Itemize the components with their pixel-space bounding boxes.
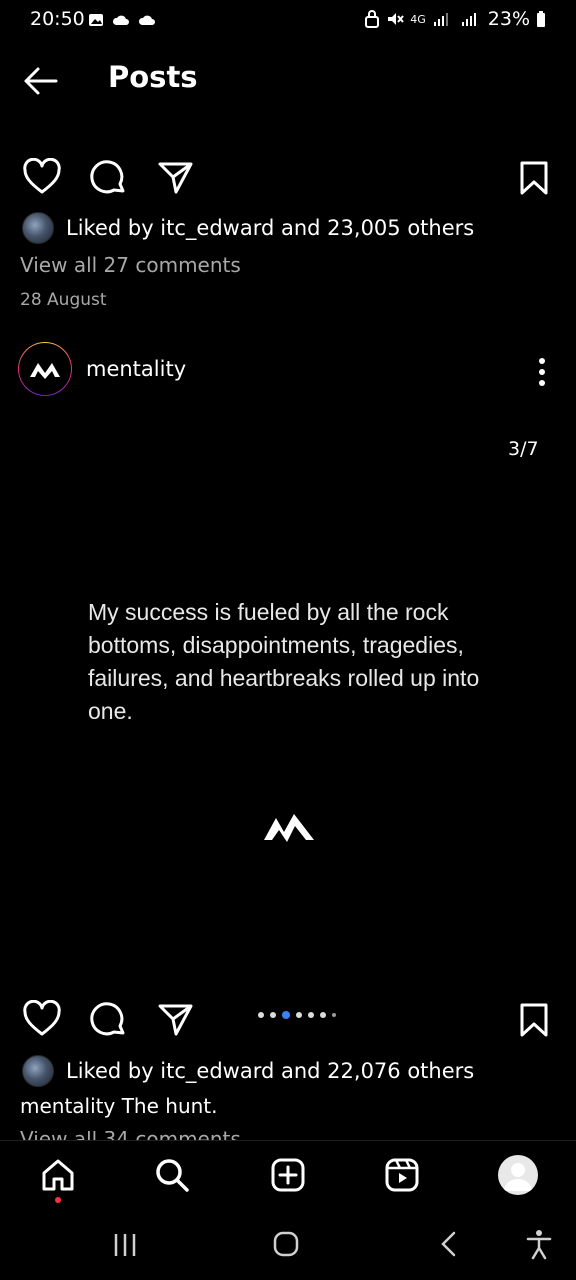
battery-icon — [537, 11, 545, 27]
nav-create[interactable] — [268, 1155, 308, 1195]
mentality-logo-icon — [30, 363, 60, 379]
carousel-indicator — [258, 1011, 336, 1019]
likes-summary[interactable]: Liked by itc_edward and 22,076 others — [22, 1055, 474, 1087]
carousel-dot — [332, 1013, 336, 1017]
comment-icon — [90, 1002, 125, 1036]
create-icon — [271, 1158, 305, 1192]
heart-icon — [23, 999, 61, 1036]
mentality-logo-icon — [264, 814, 314, 842]
more-icon — [539, 358, 545, 386]
carousel-dot — [258, 1012, 264, 1018]
share-button[interactable] — [156, 158, 196, 202]
home-system-icon — [273, 1231, 299, 1257]
comment-button[interactable] — [88, 1000, 128, 1044]
caption-username[interactable]: mentality — [20, 1094, 115, 1118]
comment-icon — [90, 160, 125, 194]
mute-icon — [388, 13, 405, 25]
carousel-dot-active — [282, 1011, 290, 1019]
status-time: 20:50 — [30, 8, 85, 30]
cloud-icon — [138, 15, 155, 25]
likes-summary[interactable]: Liked by itc_edward and 23,005 others — [22, 212, 474, 244]
image-icon — [89, 14, 103, 26]
home-system-button[interactable] — [272, 1230, 300, 1262]
share-icon — [158, 1004, 193, 1036]
nav-profile[interactable] — [498, 1155, 538, 1195]
bookmark-icon — [520, 161, 548, 195]
likes-text: Liked by itc_edward and 22,076 others — [66, 1059, 475, 1083]
signal-icon — [461, 13, 476, 26]
share-button[interactable] — [156, 1000, 196, 1044]
status-notification-icons — [88, 12, 156, 28]
status-bar: 20:50 4G 23% — [0, 0, 576, 44]
reels-icon — [385, 1158, 419, 1192]
username[interactable]: mentality — [86, 357, 186, 381]
share-icon — [158, 162, 193, 194]
post-caption: mentality The hunt. — [20, 1094, 218, 1118]
like-button[interactable] — [22, 999, 62, 1044]
bookmark-icon — [520, 1003, 548, 1037]
save-button[interactable] — [514, 158, 554, 202]
home-icon — [42, 1159, 74, 1191]
accessibility-button[interactable] — [524, 1228, 554, 1264]
save-button[interactable] — [514, 1000, 554, 1044]
signal-icon — [433, 13, 448, 26]
carousel-dot — [320, 1012, 326, 1018]
cloud-icon — [112, 15, 129, 25]
nav-reels[interactable] — [382, 1155, 422, 1195]
carousel-dot — [270, 1012, 276, 1018]
profile-icon — [504, 1163, 532, 1191]
back-arrow-icon — [24, 67, 58, 95]
back-button[interactable] — [22, 62, 60, 104]
carousel-dot — [296, 1012, 302, 1018]
recent-apps-button[interactable] — [112, 1232, 138, 1262]
view-comments-link[interactable]: View all 27 comments — [20, 253, 241, 277]
carousel-counter: 3/7 — [508, 438, 539, 460]
notification-dot — [55, 1197, 61, 1203]
like-button[interactable] — [22, 157, 62, 202]
bottom-navigation — [0, 1140, 576, 1211]
post-author[interactable]: mentality — [18, 342, 186, 396]
chevron-left-icon — [441, 1231, 456, 1257]
carousel-dot — [308, 1012, 314, 1018]
page-title: Posts — [108, 60, 198, 94]
network-type: 4G — [410, 12, 426, 26]
more-options-button[interactable] — [528, 356, 556, 392]
battery-level: 23% — [487, 8, 530, 30]
avatar — [18, 342, 72, 396]
avatar — [22, 212, 54, 244]
lock-icon — [365, 10, 380, 28]
post-quote: My success is fueled by all the rock bot… — [88, 599, 480, 724]
comment-button[interactable] — [88, 158, 128, 202]
caption-text: The hunt. — [121, 1094, 218, 1118]
status-right: 4G 23% — [364, 8, 546, 30]
search-icon — [156, 1159, 189, 1192]
heart-icon — [23, 157, 61, 194]
brand-logo — [262, 810, 316, 848]
recent-apps-icon — [114, 1234, 136, 1256]
post-date: 28 August — [20, 290, 107, 310]
accessibility-icon — [526, 1230, 552, 1260]
system-navigation — [0, 1210, 576, 1280]
nav-search[interactable] — [152, 1155, 192, 1195]
nav-home[interactable] — [38, 1155, 78, 1195]
likes-text: Liked by itc_edward and 23,005 others — [66, 216, 475, 240]
back-system-button[interactable] — [436, 1230, 462, 1262]
avatar — [22, 1055, 54, 1087]
